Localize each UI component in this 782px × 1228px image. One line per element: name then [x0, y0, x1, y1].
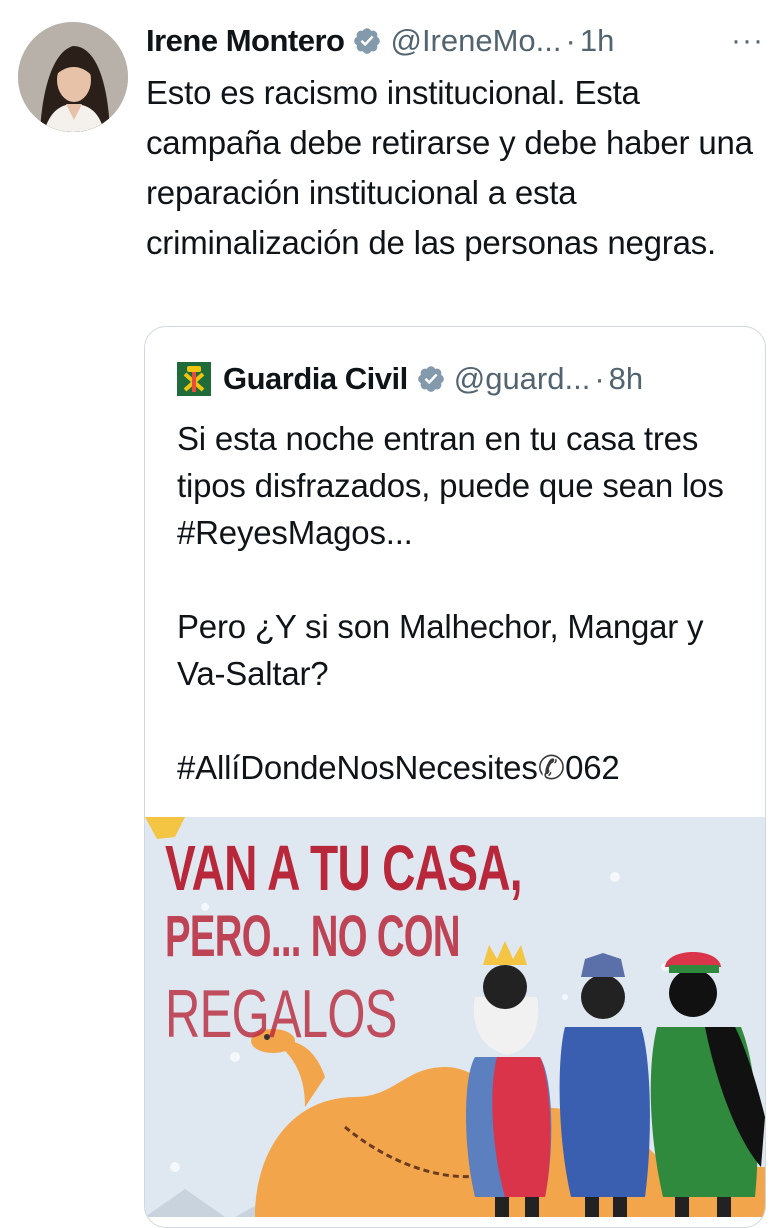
quoted-tweet-header: Guardia Civil @guard... · 8h	[177, 357, 749, 401]
quoted-separator-dot: ·	[594, 361, 605, 396]
phone-icon: ✆	[537, 748, 566, 787]
quoted-paragraph-1: Si esta noche entran en tu casa tres tip…	[177, 420, 724, 551]
tweet-text: Esto es racismo institucional. Esta camp…	[146, 74, 753, 261]
guardia-civil-logo-icon	[177, 362, 211, 396]
quoted-author-handle[interactable]: @guard...	[454, 361, 591, 397]
tweet-header: Irene Montero @IreneMo... · 1h ···	[146, 20, 764, 62]
author-name[interactable]: Irene Montero	[146, 23, 345, 59]
quoted-author-name[interactable]: Guardia Civil	[223, 361, 408, 397]
hashtag-link[interactable]: #AllíDondeNosNecesites	[177, 749, 538, 786]
tweet-time[interactable]: 1h	[580, 23, 614, 59]
avatar-photo	[18, 22, 128, 132]
campaign-image[interactable]: VAN A TU CASA, PERO... NO CON REGALOS	[145, 817, 765, 1217]
quoted-tweet-card[interactable]: Guardia Civil @guard... · 8h Si esta noc…	[144, 326, 766, 1228]
verified-badge-icon	[354, 28, 381, 54]
quoted-verified-badge-icon	[417, 366, 444, 392]
image-text-line-1: VAN A TU CASA,	[165, 832, 523, 904]
quoted-tweet-time[interactable]: 8h	[609, 361, 643, 397]
author-handle[interactable]: @IreneMo...	[390, 23, 561, 59]
more-options-icon[interactable]: ···	[731, 24, 764, 58]
separator-dot: ·	[565, 23, 576, 58]
author-avatar[interactable]	[18, 22, 128, 132]
image-text-line-3: REGALOS	[165, 976, 397, 1052]
quoted-tweet-text: Si esta noche entran en tu casa tres tip…	[177, 415, 757, 791]
phone-number: 062	[565, 749, 620, 786]
quoted-hashtag-line: #AllíDondeNosNecesites✆062	[177, 744, 757, 791]
quoted-paragraph-2: Pero ¿Y si son Malhechor, Mangar y Va-Sa…	[177, 608, 704, 692]
image-text-line-2: PERO... NO CON	[165, 904, 461, 969]
